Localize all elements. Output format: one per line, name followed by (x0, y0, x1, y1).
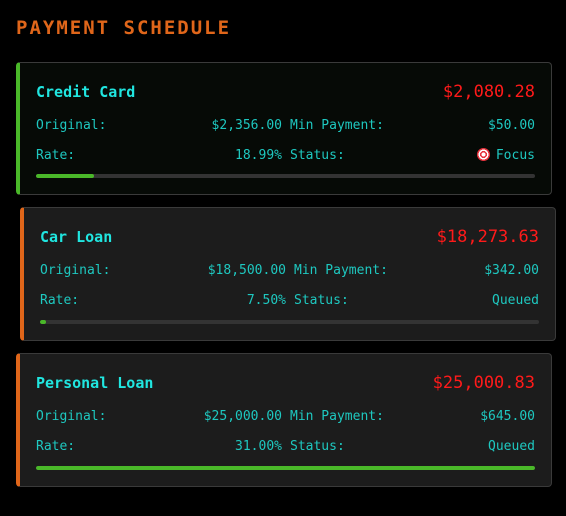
status-label: Status: (290, 148, 345, 163)
min-payment-label: Min Payment: (290, 118, 384, 133)
rate-status-row: Rate: 18.99% Status: Focus (36, 148, 535, 166)
min-payment-label: Min Payment: (294, 263, 388, 278)
target-icon (476, 148, 490, 161)
rate-label: Rate: (36, 148, 76, 163)
rate-value: 18.99% (235, 148, 282, 163)
debt-balance: $2,080.28 (442, 82, 535, 102)
payment-schedule-page: PAYMENT SCHEDULE Credit Card $2,080.28 O… (0, 0, 566, 516)
debt-card-credit-card[interactable]: Credit Card $2,080.28 Original: $2,356.0… (16, 62, 552, 195)
rate-status-row: Rate: 31.00% Status: Queued (36, 439, 535, 457)
progress-fill (40, 320, 46, 324)
debt-balance: $18,273.63 (436, 227, 539, 247)
original-label: Original: (36, 409, 107, 424)
debt-name: Credit Card (36, 83, 136, 101)
progress-bar (40, 320, 539, 324)
status-text: Focus (495, 148, 535, 163)
original-label: Original: (40, 263, 111, 278)
original-label: Original: (36, 118, 107, 133)
min-payment-value: $645.00 (480, 409, 535, 424)
debt-card-car-loan[interactable]: Car Loan $18,273.63 Original: $18,500.00… (20, 207, 556, 341)
progress-bar (36, 466, 535, 470)
min-payment-label: Min Payment: (290, 409, 384, 424)
rate-label: Rate: (36, 439, 76, 454)
min-payment-value: $50.00 (488, 118, 535, 133)
original-value: $25,000.00 (203, 409, 282, 424)
original-value: $2,356.00 (211, 118, 282, 133)
status-label: Status: (294, 293, 349, 308)
debt-name: Car Loan (40, 228, 113, 246)
status-value: Queued (488, 439, 535, 454)
original-min-row: Original: $18,500.00 Min Payment: $342.0… (40, 263, 539, 281)
progress-bar (36, 174, 535, 178)
original-min-row: Original: $25,000.00 Min Payment: $645.0… (36, 409, 535, 427)
status-value: Queued (492, 293, 539, 308)
debt-name: Personal Loan (36, 374, 154, 392)
progress-fill (36, 174, 95, 178)
rate-label: Rate: (40, 293, 80, 308)
original-min-row: Original: $2,356.00 Min Payment: $50.00 (36, 118, 535, 136)
rate-value: 7.50% (246, 293, 286, 308)
progress-fill (36, 466, 535, 470)
original-value: $18,500.00 (207, 263, 286, 278)
debt-card-personal-loan[interactable]: Personal Loan $25,000.83 Original: $25,0… (16, 353, 552, 487)
page-title: PAYMENT SCHEDULE (16, 17, 232, 39)
debt-balance: $25,000.83 (432, 373, 535, 393)
min-payment-value: $342.00 (484, 263, 539, 278)
status-value: Focus (476, 148, 535, 163)
rate-value: 31.00% (235, 439, 282, 454)
rate-status-row: Rate: 7.50% Status: Queued (40, 293, 539, 311)
status-label: Status: (290, 439, 345, 454)
